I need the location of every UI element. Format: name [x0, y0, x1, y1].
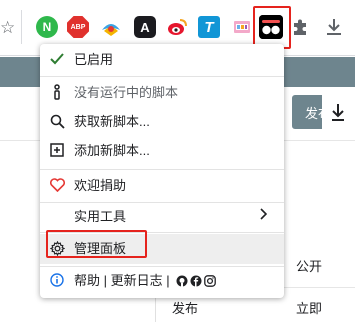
facebook-icon[interactable]	[190, 275, 202, 287]
menu-item-donate[interactable]: 欢迎捐助	[40, 173, 284, 199]
chevron-right-icon	[259, 207, 268, 224]
help-changelog-links[interactable]: 帮助 | 更新日志 |	[74, 273, 170, 288]
info-icon	[48, 271, 66, 289]
menu-separator	[40, 202, 284, 203]
menu-item-no-running-scripts: 没有运行中的脚本	[40, 80, 284, 106]
social-icons	[176, 275, 217, 287]
menu-item-add-new-label: 添加新脚本...	[74, 143, 150, 158]
menu-footer-links: 帮助 | 更新日志 |	[74, 273, 217, 289]
visibility-value[interactable]: 公开	[296, 256, 322, 275]
download-icon[interactable]	[323, 16, 345, 38]
t-extension-icon[interactable]: T	[198, 16, 220, 38]
t-extension-label: T	[204, 18, 214, 36]
menu-item-enabled-label: 已启用	[74, 52, 114, 67]
menu-item-utilities-label: 实用工具	[74, 209, 127, 224]
tampermonkey-popup-menu: 已启用 没有运行中的脚本 获取新脚本... 添加新脚本... 欢迎捐助 实用工具	[40, 44, 284, 298]
publish-label: 发布	[172, 301, 199, 316]
add-square-icon	[48, 141, 66, 159]
menu-item-utilities[interactable]: 实用工具	[40, 204, 284, 230]
puzzle-icon[interactable]	[289, 16, 311, 38]
search-icon	[48, 112, 66, 130]
abp-label: ABP	[70, 23, 86, 31]
menu-item-get-new-label: 获取新脚本...	[74, 114, 150, 129]
map-extension-icon[interactable]	[100, 16, 122, 38]
n-extension-label: N	[42, 20, 52, 34]
menu-separator	[40, 76, 284, 77]
menu-separator	[40, 266, 284, 267]
toolbar-divider	[21, 10, 22, 44]
instagram-icon[interactable]	[204, 275, 217, 287]
bookmark-star-icon[interactable]: ☆	[0, 18, 15, 38]
menu-item-enabled[interactable]: 已启用	[40, 47, 284, 73]
menu-item-footer: 帮助 | 更新日志 |	[40, 268, 284, 294]
abp-icon[interactable]: ABP	[67, 16, 89, 38]
heart-icon	[48, 176, 66, 194]
menu-separator	[40, 169, 284, 170]
image-extension-icon[interactable]	[231, 16, 253, 38]
a-extension-icon[interactable]: A	[134, 16, 156, 38]
menu-item-get-new-scripts[interactable]: 获取新脚本...	[40, 109, 284, 135]
script-info-icon	[48, 83, 66, 101]
menu-item-no-running-label: 没有运行中的脚本	[74, 85, 179, 100]
a-extension-label: A	[140, 19, 150, 35]
menu-item-donate-label: 欢迎捐助	[74, 178, 127, 193]
publish-time-value[interactable]: 立即	[296, 298, 322, 317]
n-extension-icon[interactable]: N	[36, 16, 58, 38]
highlight-box-extension	[253, 6, 291, 49]
highlight-box-dashboard	[46, 230, 147, 258]
check-icon	[48, 50, 66, 68]
page-download-button[interactable]	[322, 95, 355, 129]
weibo-icon[interactable]	[166, 16, 188, 38]
github-icon[interactable]	[176, 275, 188, 287]
menu-item-add-new-script[interactable]: 添加新脚本...	[40, 138, 284, 164]
